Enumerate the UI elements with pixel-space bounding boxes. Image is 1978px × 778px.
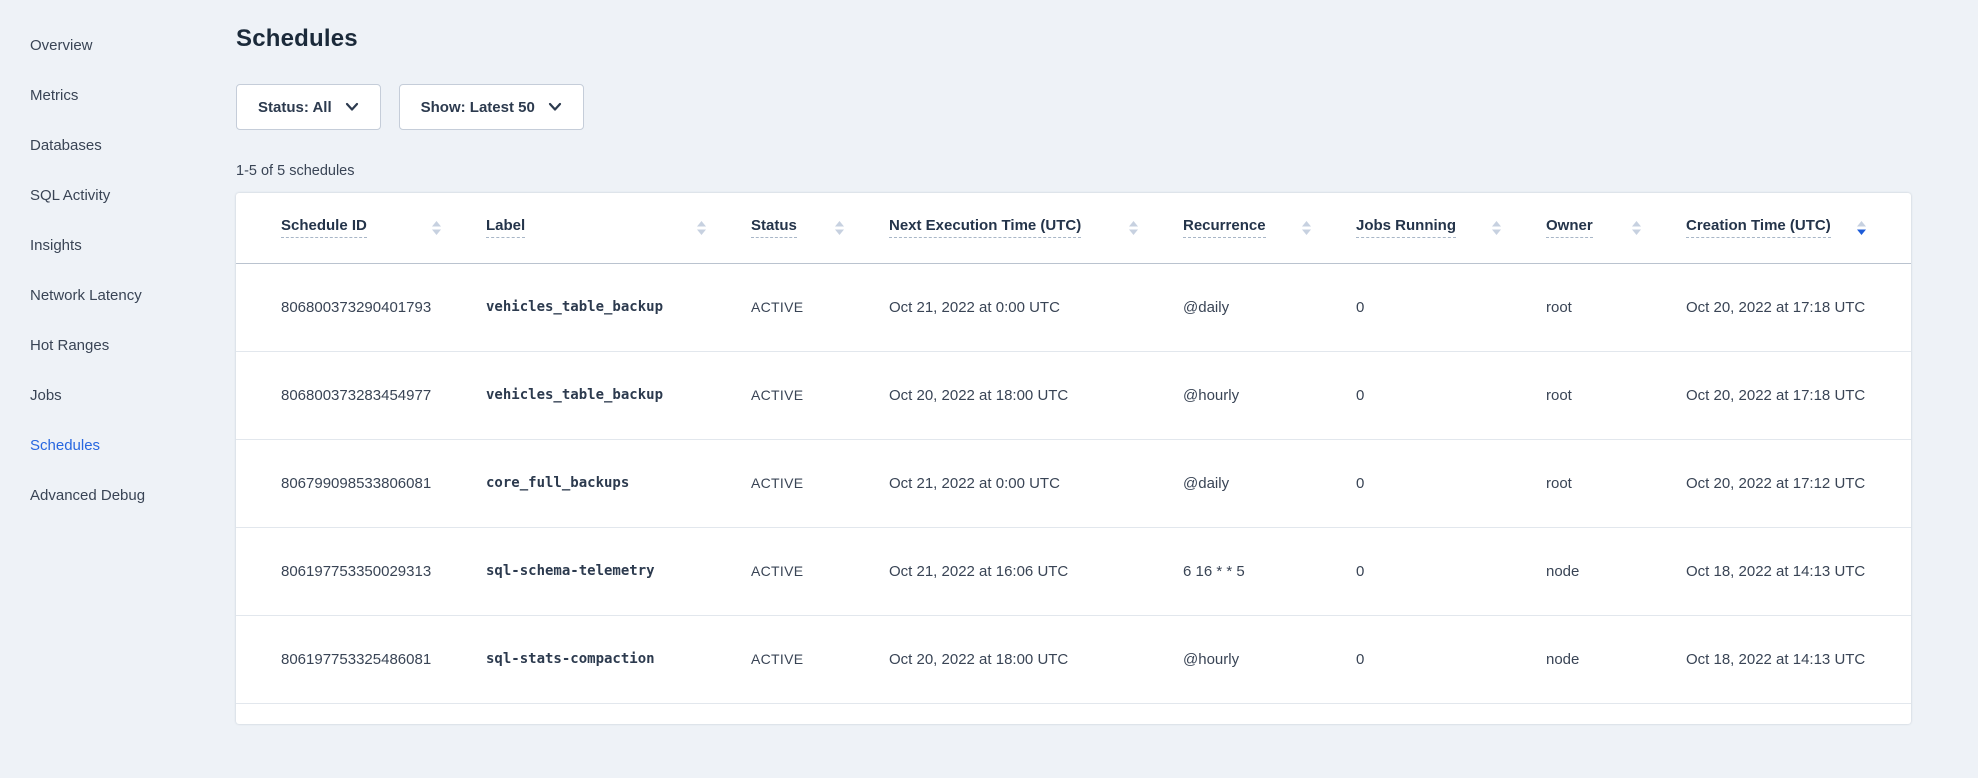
column-header-recurrence[interactable]: Recurrence — [1183, 193, 1356, 263]
show-filter-dropdown[interactable]: Show: Latest 50 — [399, 84, 584, 130]
sidebar-item-hot-ranges[interactable]: Hot Ranges — [0, 321, 236, 371]
sidebar-item-databases[interactable]: Databases — [0, 121, 236, 171]
next-execution-cell: Oct 20, 2022 at 18:00 UTC — [889, 351, 1183, 439]
status-cell: ACTIVE — [751, 439, 889, 527]
schedule-label-link[interactable]: core_full_backups — [486, 439, 751, 527]
next-execution-cell: Oct 21, 2022 at 16:06 UTC — [889, 527, 1183, 615]
creation-time-cell: Oct 18, 2022 at 14:13 UTC — [1686, 527, 1911, 615]
sidebar-item-overview[interactable]: Overview — [0, 21, 236, 71]
sort-icon — [1632, 221, 1641, 235]
recurrence-cell: 6 16 * * 5 — [1183, 527, 1356, 615]
sort-icon — [835, 221, 844, 235]
schedules-table-card: Schedule ID Label Status Next Execution Tim… — [236, 193, 1911, 724]
schedule-id-cell: 806799098533806081 — [236, 439, 486, 527]
schedules-table: Schedule ID Label Status Next Execution Tim… — [236, 193, 1911, 704]
page-title: Schedules — [236, 24, 1911, 54]
status-cell: ACTIVE — [751, 263, 889, 351]
status-cell: ACTIVE — [751, 351, 889, 439]
schedule-label-link[interactable]: vehicles_table_backup — [486, 263, 751, 351]
column-label: Schedule ID — [281, 217, 367, 238]
table-row: 806799098533806081core_full_backupsACTIV… — [236, 439, 1911, 527]
jobs-running-cell: 0 — [1356, 263, 1546, 351]
sort-icon — [432, 221, 441, 235]
table-row: 806197753350029313sql-schema-telemetryAC… — [236, 527, 1911, 615]
column-label: Recurrence — [1183, 217, 1266, 238]
schedule-id-cell: 806800373283454977 — [236, 351, 486, 439]
schedule-id-cell: 806197753325486081 — [236, 615, 486, 703]
schedule-label-link[interactable]: sql-schema-telemetry — [486, 527, 751, 615]
column-label: Creation Time (UTC) — [1686, 217, 1831, 238]
schedule-label-link[interactable]: sql-stats-compaction — [486, 615, 751, 703]
column-header-owner[interactable]: Owner — [1546, 193, 1686, 263]
status-cell: ACTIVE — [751, 527, 889, 615]
table-row: 806197753325486081sql-stats-compactionAC… — [236, 615, 1911, 703]
column-header-jobs-running[interactable]: Jobs Running — [1356, 193, 1546, 263]
next-execution-cell: Oct 21, 2022 at 0:00 UTC — [889, 439, 1183, 527]
column-header-status[interactable]: Status — [751, 193, 889, 263]
column-header-label[interactable]: Label — [486, 193, 751, 263]
jobs-running-cell: 0 — [1356, 527, 1546, 615]
column-header-schedule-id[interactable]: Schedule ID — [236, 193, 486, 263]
sidebar-item-insights[interactable]: Insights — [0, 221, 236, 271]
sidebar-item-jobs[interactable]: Jobs — [0, 371, 236, 421]
status-filter-label: Status: All — [258, 99, 332, 116]
creation-time-cell: Oct 18, 2022 at 14:13 UTC — [1686, 615, 1911, 703]
recurrence-cell: @hourly — [1183, 351, 1356, 439]
table-row: 806800373290401793vehicles_table_backupA… — [236, 263, 1911, 351]
column-label: Jobs Running — [1356, 217, 1456, 238]
filter-bar: Status: All Show: Latest 50 — [236, 84, 1911, 130]
table-header-row: Schedule ID Label Status Next Execution Tim… — [236, 193, 1911, 263]
sort-icon — [1129, 221, 1138, 235]
column-label: Label — [486, 217, 525, 238]
status-filter-dropdown[interactable]: Status: All — [236, 84, 381, 130]
recurrence-cell: @hourly — [1183, 615, 1356, 703]
owner-cell: root — [1546, 263, 1686, 351]
sidebar: OverviewMetricsDatabasesSQL ActivityInsi… — [0, 21, 236, 521]
schedule-id-cell: 806197753350029313 — [236, 527, 486, 615]
jobs-running-cell: 0 — [1356, 615, 1546, 703]
creation-time-cell: Oct 20, 2022 at 17:12 UTC — [1686, 439, 1911, 527]
sort-icon — [1492, 221, 1501, 235]
status-cell: ACTIVE — [751, 615, 889, 703]
owner-cell: node — [1546, 615, 1686, 703]
jobs-running-cell: 0 — [1356, 351, 1546, 439]
column-label: Owner — [1546, 217, 1593, 238]
next-execution-cell: Oct 20, 2022 at 18:00 UTC — [889, 615, 1183, 703]
creation-time-cell: Oct 20, 2022 at 17:18 UTC — [1686, 263, 1911, 351]
sidebar-item-schedules[interactable]: Schedules — [0, 421, 236, 471]
creation-time-cell: Oct 20, 2022 at 17:18 UTC — [1686, 351, 1911, 439]
owner-cell: root — [1546, 351, 1686, 439]
column-label: Next Execution Time (UTC) — [889, 217, 1081, 238]
sidebar-item-network-latency[interactable]: Network Latency — [0, 271, 236, 321]
sort-icon — [1857, 221, 1866, 235]
column-label: Status — [751, 217, 797, 238]
results-count: 1-5 of 5 schedules — [236, 163, 1911, 179]
table-row: 806800373283454977vehicles_table_backupA… — [236, 351, 1911, 439]
column-header-creation-time-utc[interactable]: Creation Time (UTC) — [1686, 193, 1911, 263]
column-header-next-execution-time-utc[interactable]: Next Execution Time (UTC) — [889, 193, 1183, 263]
sidebar-item-advanced-debug[interactable]: Advanced Debug — [0, 471, 236, 521]
sidebar-item-metrics[interactable]: Metrics — [0, 71, 236, 121]
jobs-running-cell: 0 — [1356, 439, 1546, 527]
chevron-down-icon — [548, 102, 562, 112]
recurrence-cell: @daily — [1183, 263, 1356, 351]
sort-icon — [697, 221, 706, 235]
owner-cell: root — [1546, 439, 1686, 527]
schedule-id-cell: 806800373290401793 — [236, 263, 486, 351]
owner-cell: node — [1546, 527, 1686, 615]
sort-icon — [1302, 221, 1311, 235]
sidebar-item-sql-activity[interactable]: SQL Activity — [0, 171, 236, 221]
recurrence-cell: @daily — [1183, 439, 1356, 527]
schedule-label-link[interactable]: vehicles_table_backup — [486, 351, 751, 439]
next-execution-cell: Oct 21, 2022 at 0:00 UTC — [889, 263, 1183, 351]
show-filter-label: Show: Latest 50 — [421, 99, 535, 116]
chevron-down-icon — [345, 102, 359, 112]
main-content: Schedules Status: All Show: Latest 50 1-… — [236, 0, 1911, 724]
